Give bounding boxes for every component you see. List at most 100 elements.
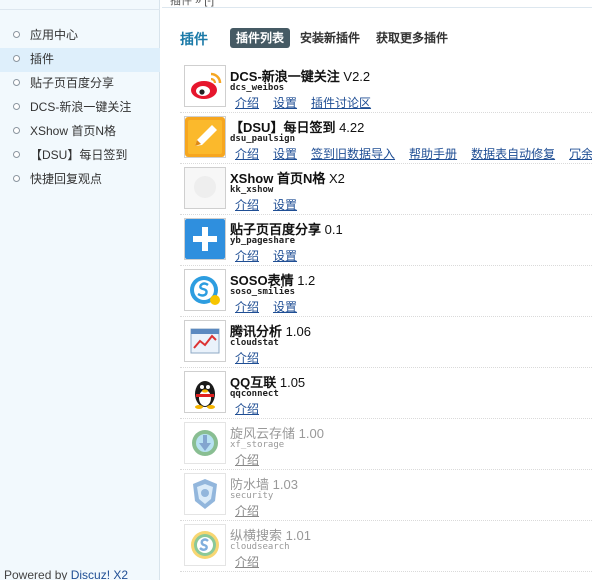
share-plus-icon bbox=[184, 218, 226, 260]
plugin-action-link[interactable]: 设置 bbox=[273, 147, 297, 161]
plugin-row: DCS-新浪一键关注 V2.2 dcs_weibos 介绍 设置 插件讨论区 bbox=[180, 62, 592, 113]
qq-penguin-icon bbox=[184, 371, 226, 413]
bullet-icon bbox=[13, 127, 20, 134]
sidebar-item-label: 【DSU】每日签到 bbox=[30, 148, 128, 162]
plugin-identifier: xf_storage bbox=[230, 440, 285, 450]
bullet-icon bbox=[13, 175, 20, 182]
plugin-row: 防水墙 1.03 security 介绍 bbox=[180, 470, 592, 521]
tab-install-new[interactable]: 安装新插件 bbox=[294, 28, 366, 48]
plugin-actions: 介绍 设置 bbox=[235, 247, 311, 264]
sidebar-item[interactable]: 贴子页百度分享 bbox=[0, 72, 160, 96]
powered-by-brand-link[interactable]: Discuz! X2 bbox=[71, 568, 128, 580]
plugin-row: 【DSU】每日签到 4.22 dsu_paulsign 介绍 设置 签到旧数据导入 帮助手… bbox=[180, 113, 592, 164]
plugin-action-link[interactable]: 设置 bbox=[273, 198, 297, 212]
plugin-action-link[interactable]: 设置 bbox=[273, 96, 297, 110]
sidebar-item[interactable]: DCS-新浪一键关注 bbox=[0, 96, 160, 120]
sidebar-item[interactable]: 【DSU】每日签到 bbox=[0, 144, 160, 168]
plugin-identifier: dcs_weibos bbox=[230, 83, 285, 93]
powered-by-prefix: Powered by bbox=[4, 568, 71, 580]
plugin-identifier: security bbox=[230, 491, 274, 501]
plugin-action-link[interactable]: 介绍 bbox=[235, 555, 259, 569]
pencil-icon bbox=[184, 116, 226, 158]
plugin-identifier: cloudsearch bbox=[230, 542, 290, 552]
plugin-actions: 介绍 设置 bbox=[235, 196, 311, 213]
tab-get-more[interactable]: 获取更多插件 bbox=[370, 28, 454, 48]
plugin-row: 腾讯分析 1.06 cloudstat 介绍 bbox=[180, 317, 592, 368]
plugin-action-link[interactable]: 介绍 bbox=[235, 198, 259, 212]
plugin-name: 纵横搜索 bbox=[230, 528, 283, 543]
plugin-action-link[interactable]: 设置 bbox=[273, 300, 297, 314]
sidebar: 应用中心插件贴子页百度分享 DCS-新浪一键关注 XShow 首页N格 【DSU】每日… bbox=[0, 0, 160, 580]
plugin-name: 防水墙 bbox=[230, 477, 270, 492]
plugin-actions: 介绍 设置 bbox=[235, 298, 311, 315]
plugin-actions: 介绍 bbox=[235, 349, 273, 366]
plugin-action-link[interactable]: 介绍 bbox=[235, 300, 259, 314]
sidebar-item[interactable]: 插件 bbox=[0, 48, 160, 72]
plugin-action-link[interactable]: 介绍 bbox=[235, 504, 259, 518]
plugin-version: 0.1 bbox=[324, 222, 343, 237]
weibo-icon bbox=[184, 65, 226, 107]
plugin-row: 纵横搜索 1.01 cloudsearch 介绍 bbox=[180, 521, 592, 572]
plugin-version: 1.06 bbox=[285, 324, 311, 339]
plugin-version: 1.05 bbox=[279, 375, 306, 390]
sidebar-item[interactable]: XShow 首页N格 bbox=[0, 120, 160, 144]
plugin-action-link[interactable]: 介绍 bbox=[235, 402, 259, 416]
plugin-identifier: yb_pageshare bbox=[230, 236, 296, 246]
page-title: 插件 bbox=[180, 31, 208, 47]
bullet-icon bbox=[13, 151, 20, 158]
plugin-name: QQ互联 bbox=[230, 375, 277, 390]
plugin-name: 【DSU】每日签到 bbox=[230, 120, 336, 135]
plugin-version: 1.00 bbox=[298, 426, 324, 441]
plugin-identifier: soso_smilies bbox=[230, 287, 296, 297]
plugin-row: QQ互联 1.05 qqconnect 介绍 bbox=[180, 368, 592, 419]
plugin-identifier: kk_xshow bbox=[230, 185, 274, 195]
plugin-action-link[interactable]: 介绍 bbox=[235, 453, 259, 467]
sidebar-item-label: 快捷回复观点 bbox=[30, 172, 103, 186]
sidebar-top-divider bbox=[0, 0, 160, 10]
plugin-list: DCS-新浪一键关注 V2.2 dcs_weibos 介绍 设置 插件讨论区 【DSU】每… bbox=[180, 62, 592, 572]
sidebar-item-label: 插件 bbox=[30, 52, 55, 66]
plugin-action-link[interactable]: 帮助手册 bbox=[409, 147, 457, 161]
plugin-actions: 介绍 设置 插件讨论区 bbox=[235, 94, 385, 111]
plugin-action-link[interactable]: 插件讨论区 bbox=[311, 96, 371, 110]
plugin-row: 旋风云存储 1.00 xf_storage 介绍 bbox=[180, 419, 592, 470]
bullet-icon bbox=[13, 103, 20, 110]
sidebar-item-label: 贴子页百度分享 bbox=[30, 76, 115, 90]
plugin-name: SOSO表情 bbox=[230, 273, 294, 288]
sidebar-item-label: XShow 首页N格 bbox=[30, 124, 117, 138]
powered-by: Powered by Discuz! X2 bbox=[4, 568, 128, 580]
main-panel: 插件 » [-] 插件 插件列表 安装新插件 获取更多插件 DCS-新浪一键关注 V… bbox=[162, 0, 592, 580]
plugin-version: 4.22 bbox=[339, 120, 365, 135]
plugin-action-link[interactable]: 冗余 bbox=[569, 147, 592, 161]
sidebar-item[interactable]: 应用中心 bbox=[0, 24, 160, 48]
plugin-action-link[interactable]: 介绍 bbox=[235, 249, 259, 263]
plugin-actions: 介绍 bbox=[235, 553, 273, 570]
plugin-name: 贴子页百度分享 bbox=[230, 222, 322, 237]
plugin-actions: 介绍 bbox=[235, 502, 273, 519]
plugin-identifier: cloudstat bbox=[230, 338, 279, 348]
breadcrumb-bar: 插件 » [-] bbox=[162, 0, 592, 8]
blank-icon bbox=[184, 167, 226, 209]
plugin-row: 贴子页百度分享 0.1 yb_pageshare 介绍 设置 bbox=[180, 215, 592, 266]
security-shield-icon bbox=[184, 473, 226, 515]
plugin-action-link[interactable]: 介绍 bbox=[235, 351, 259, 365]
tab-plugin-list[interactable]: 插件列表 bbox=[230, 28, 291, 48]
bullet-icon bbox=[13, 55, 20, 62]
plugin-version: 1.03 bbox=[272, 477, 298, 492]
sidebar-item-label: DCS-新浪一键关注 bbox=[30, 100, 132, 114]
plugin-action-link[interactable]: 设置 bbox=[273, 249, 297, 263]
plugin-action-link[interactable]: 数据表自动修复 bbox=[471, 147, 555, 161]
search-s-icon bbox=[184, 524, 226, 566]
plugin-tabs: 插件列表 安装新插件 获取更多插件 bbox=[230, 28, 458, 48]
plugin-action-link[interactable]: 签到旧数据导入 bbox=[311, 147, 395, 161]
plugin-version: V2.2 bbox=[343, 69, 371, 84]
sidebar-item-label: 应用中心 bbox=[30, 28, 79, 42]
plugin-version: 1.2 bbox=[297, 273, 316, 288]
breadcrumb: 插件 » [-] bbox=[170, 0, 215, 7]
plugin-version: X2 bbox=[328, 171, 345, 186]
plugin-actions: 介绍 bbox=[235, 400, 273, 417]
sidebar-item[interactable]: 快捷回复观点 bbox=[0, 168, 160, 192]
plugin-action-link[interactable]: 介绍 bbox=[235, 96, 259, 110]
bullet-icon bbox=[13, 79, 20, 86]
plugin-action-link[interactable]: 介绍 bbox=[235, 147, 259, 161]
